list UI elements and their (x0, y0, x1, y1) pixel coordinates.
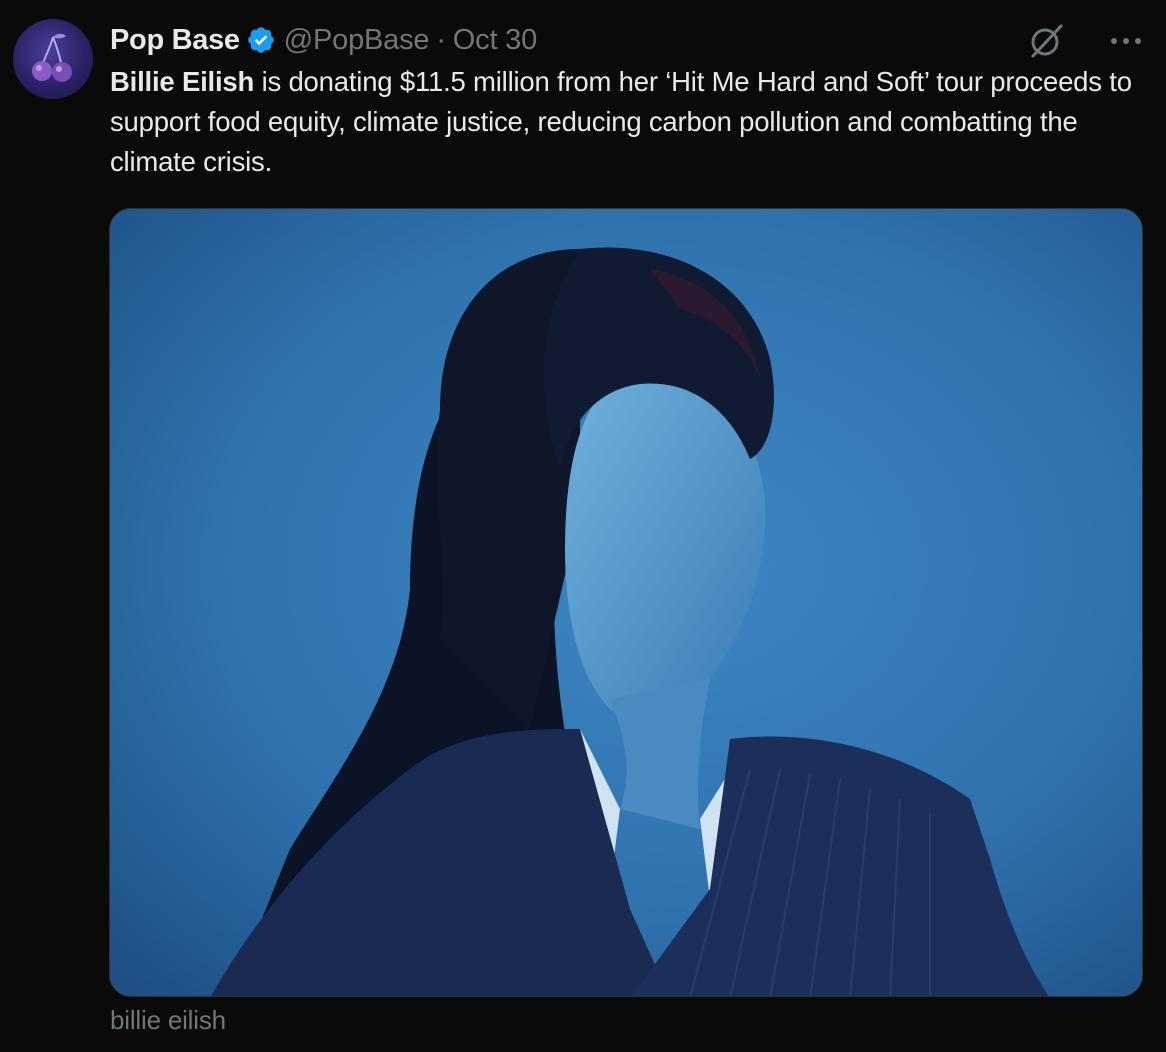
verified-badge-icon[interactable] (246, 25, 276, 55)
separator-dot: · (436, 23, 446, 56)
avatar[interactable] (13, 19, 93, 99)
tweet-card[interactable]: Pop Base @PopBase · Oct 30 Billie Eilish… (0, 0, 1166, 1052)
tweet-header: Pop Base @PopBase · Oct 30 (110, 20, 537, 60)
author-handle[interactable]: @PopBase (284, 24, 430, 57)
media-caption: billie eilish (110, 1005, 226, 1035)
portrait-photo (110, 209, 1142, 996)
cherries-icon (32, 33, 72, 82)
tweet-photo[interactable] (109, 208, 1143, 997)
tweet-date[interactable]: Oct 30 (453, 24, 537, 57)
bold-subject: Billie Eilish (110, 66, 255, 97)
grok-icon[interactable] (1027, 22, 1065, 60)
tweet-body: is donating $11.5 million from her ‘Hit … (110, 66, 1132, 177)
tweet-text: Billie Eilish is donating $11.5 million … (110, 62, 1150, 182)
display-name[interactable]: Pop Base (110, 24, 240, 57)
more-options-icon[interactable] (1109, 36, 1143, 46)
